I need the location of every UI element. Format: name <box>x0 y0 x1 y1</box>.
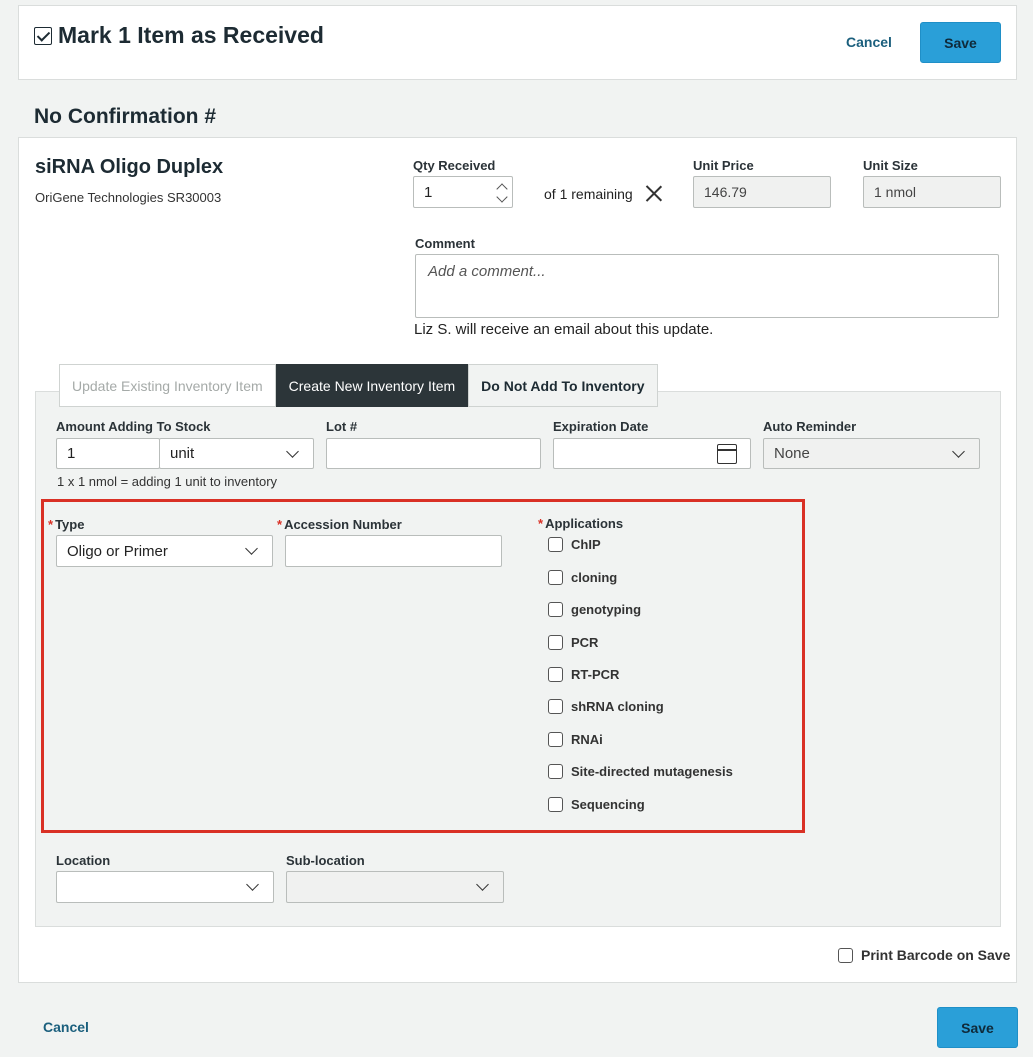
location-label: Location <box>56 853 111 868</box>
lot-label: Lot # <box>326 419 358 434</box>
application-option[interactable]: Site-directed mutagenesis <box>548 764 733 779</box>
tab-create-new[interactable]: Create New Inventory Item <box>275 364 469 407</box>
save-button[interactable]: Save <box>920 22 1001 63</box>
amount-unit-value: unit <box>170 445 195 462</box>
option-label: shRNA cloning <box>571 699 664 714</box>
checkbox[interactable] <box>548 602 563 617</box>
checkbox[interactable] <box>548 570 563 585</box>
unit-price-label: Unit Price <box>693 158 754 173</box>
unit-size-label: Unit Size <box>863 158 918 173</box>
amount-input[interactable]: 1 <box>56 438 160 469</box>
accession-label-text: Accession Number <box>284 517 402 532</box>
option-label: PCR <box>571 635 599 650</box>
cancel-button[interactable]: Cancel <box>846 34 892 50</box>
reminder-label: Auto Reminder <box>763 419 857 434</box>
option-label: cloning <box>571 570 618 585</box>
comment-label: Comment <box>415 236 475 251</box>
stepper-arrows[interactable] <box>496 180 508 204</box>
checkbox[interactable] <box>548 732 563 747</box>
confirmation-heading: No Confirmation # <box>34 105 216 128</box>
qty-input[interactable]: 1 <box>413 176 513 208</box>
option-label: ChIP <box>571 537 601 552</box>
required-marker: * <box>538 516 544 531</box>
checkbox[interactable] <box>548 667 563 682</box>
tab-do-not-add[interactable]: Do Not Add To Inventory <box>468 364 658 407</box>
checkbox[interactable] <box>548 797 563 812</box>
checkbox-checked-icon <box>34 26 52 45</box>
qty-label: Qty Received <box>413 158 496 173</box>
conversion-hint: 1 x 1 nmol = adding 1 unit to inventory <box>57 474 278 489</box>
unit-size-field: 1 nmol <box>863 176 1001 208</box>
checkbox[interactable] <box>548 699 563 714</box>
sublocation-label: Sub-location <box>286 853 365 868</box>
option-label: genotyping <box>571 602 642 617</box>
expiration-label: Expiration Date <box>553 419 649 434</box>
checkbox[interactable] <box>548 635 563 650</box>
lot-input[interactable] <box>326 438 541 469</box>
application-option[interactable]: genotyping <box>548 602 641 617</box>
chevron-down-icon <box>476 878 489 891</box>
application-option[interactable]: PCR <box>548 635 598 650</box>
comment-input[interactable]: Add a comment... <box>415 254 999 318</box>
application-option[interactable]: RNAi <box>548 732 603 747</box>
application-option[interactable]: shRNA cloning <box>548 699 664 714</box>
option-label: Site-directed mutagenesis <box>571 764 733 779</box>
tab-update-existing[interactable]: Update Existing Inventory Item <box>59 364 276 407</box>
option-label: Sequencing <box>571 797 645 812</box>
chevron-down-icon <box>246 878 259 891</box>
location-select[interactable] <box>56 871 274 903</box>
page-title-text: Mark 1 Item as Received <box>58 22 324 48</box>
chevron-down-icon <box>245 542 258 555</box>
required-marker: * <box>277 517 283 532</box>
type-label-text: Type <box>55 517 85 532</box>
accession-label: * Accession Number <box>277 517 402 532</box>
application-option[interactable]: ChIP <box>548 537 601 552</box>
type-value: Oligo or Primer <box>67 542 168 560</box>
unit-price-field: 146.79 <box>693 176 831 208</box>
remaining-text: of 1 remaining <box>544 186 633 202</box>
amount-unit-select[interactable]: unit <box>159 438 314 469</box>
type-label: * Type <box>48 517 84 532</box>
chevron-down-icon <box>952 445 965 458</box>
application-option[interactable]: cloning <box>548 570 617 585</box>
accession-input[interactable] <box>285 535 502 567</box>
checkbox[interactable] <box>548 537 563 552</box>
expiration-input[interactable] <box>553 438 751 469</box>
inventory-tabs: Update Existing Inventory Item Create Ne… <box>59 364 658 407</box>
sublocation-select[interactable] <box>286 871 504 903</box>
checkbox[interactable] <box>548 764 563 779</box>
product-vendor: OriGene Technologies SR30003 <box>35 190 222 205</box>
page-title: Mark 1 Item as Received <box>34 22 324 49</box>
close-icon[interactable] <box>646 185 662 201</box>
print-barcode-option[interactable]: Print Barcode on Save <box>838 947 1010 963</box>
footer-save-button[interactable]: Save <box>937 1007 1018 1048</box>
calendar-icon[interactable] <box>717 444 737 464</box>
option-label: RNAi <box>571 732 603 747</box>
type-select[interactable]: Oligo or Primer <box>56 535 273 567</box>
print-barcode-label: Print Barcode on Save <box>861 947 1011 963</box>
reminder-value: None <box>774 445 810 462</box>
email-notice: Liz S. will receive an email about this … <box>414 321 714 338</box>
application-option[interactable]: Sequencing <box>548 797 645 812</box>
required-marker: * <box>48 517 54 532</box>
option-label: RT-PCR <box>571 667 620 682</box>
chevron-down-icon <box>286 445 299 458</box>
chevron-down-icon <box>496 191 508 203</box>
applications-label: * Applications <box>538 516 623 531</box>
product-name: siRNA Oligo Duplex <box>35 156 224 178</box>
applications-label-text: Applications <box>545 516 624 531</box>
amount-label: Amount Adding To Stock <box>56 419 211 434</box>
application-option[interactable]: RT-PCR <box>548 667 619 682</box>
qty-value: 1 <box>424 183 433 201</box>
footer-cancel-button[interactable]: Cancel <box>43 1019 89 1035</box>
checkbox[interactable] <box>838 947 853 963</box>
reminder-select[interactable]: None <box>763 438 980 469</box>
